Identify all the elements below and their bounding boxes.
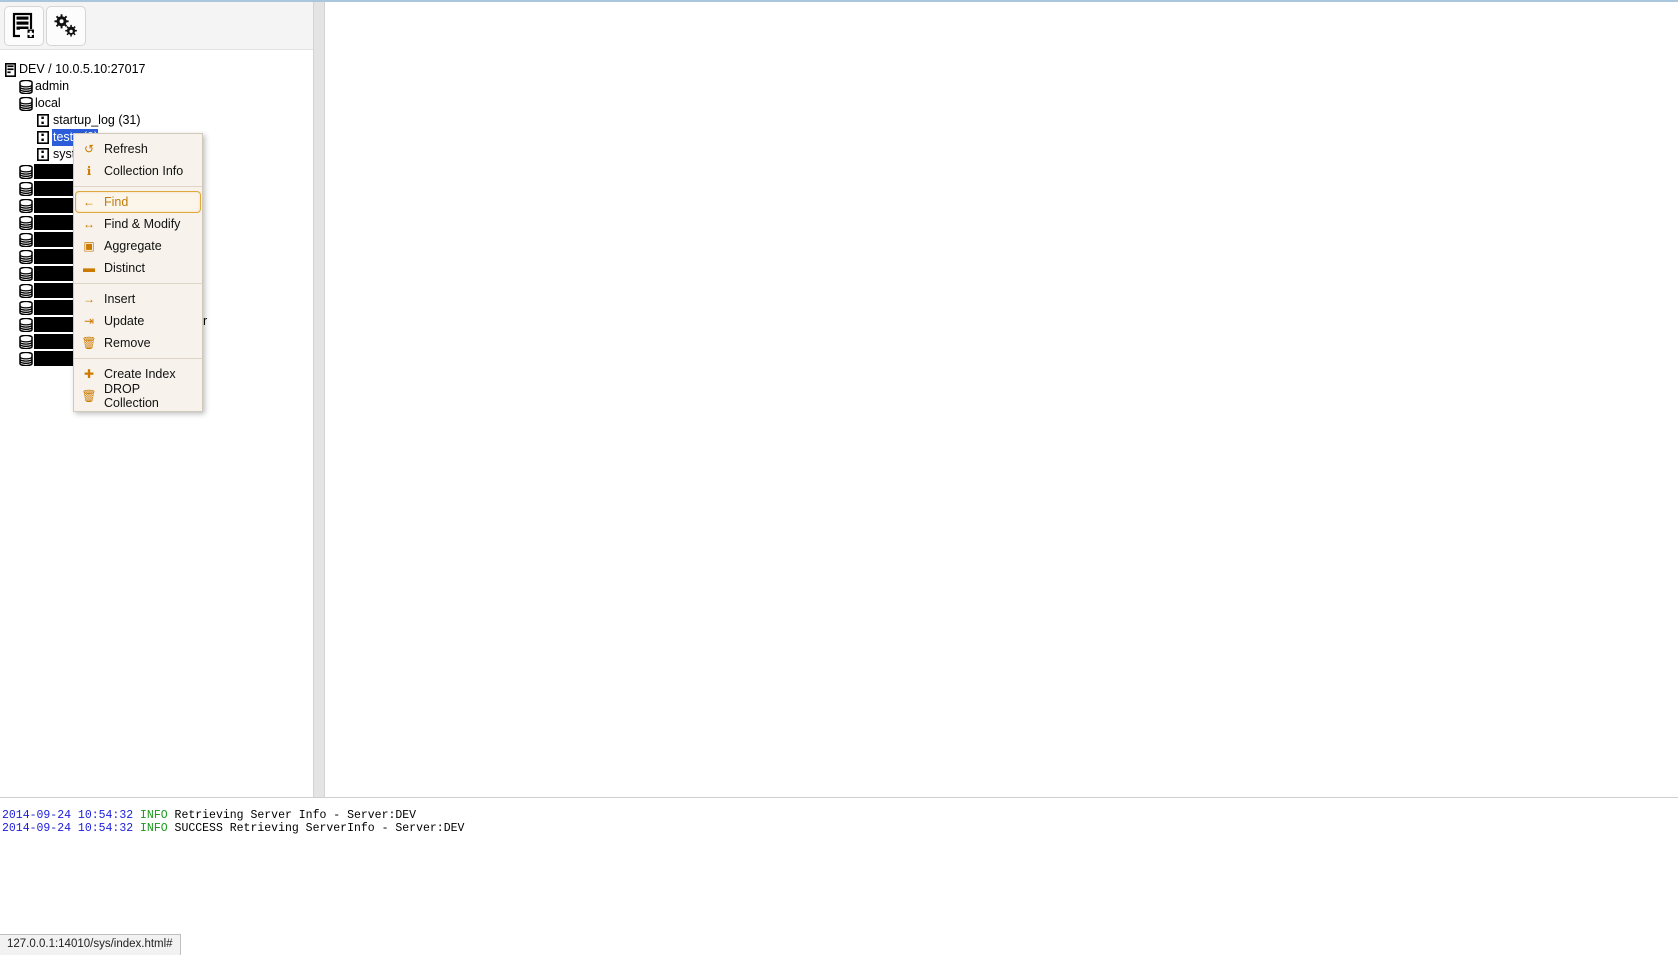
log-line: 2014-09-24 10:54:32 INFO SUCCESS Retriev… bbox=[2, 822, 1678, 835]
menu-item-find[interactable]: ← Find bbox=[75, 191, 201, 213]
add-server-button[interactable] bbox=[4, 5, 44, 46]
server-label: DEV / 10.0.5.10:27017 bbox=[19, 62, 146, 76]
log-level: INFO bbox=[140, 809, 168, 822]
database-icon bbox=[18, 300, 33, 315]
status-bar: 127.0.0.1:14010/sys/index.html# bbox=[0, 934, 181, 955]
menu-item-remove[interactable]: 🗑 Remove bbox=[75, 332, 201, 354]
aggregate-icon: ▣ bbox=[83, 239, 95, 253]
menu-item-aggregate[interactable]: ▣ Aggregate bbox=[75, 235, 201, 257]
database-icon bbox=[18, 232, 33, 247]
tree-node-collection[interactable]: startup_log (31) bbox=[0, 112, 313, 129]
distinct-icon: ▬ bbox=[83, 261, 95, 275]
log-pane[interactable]: 2014-09-24 10:54:32 INFO Retrieving Serv… bbox=[0, 803, 1678, 933]
database-icon bbox=[18, 164, 33, 179]
database-icon bbox=[18, 181, 33, 196]
server-icon bbox=[4, 62, 16, 77]
plus-icon: ✚ bbox=[83, 367, 95, 381]
menu-item-refresh[interactable]: ↺ Refresh bbox=[75, 138, 201, 160]
collection-context-menu[interactable]: ↺ Refresh ℹ Collection Info ← Find ↔ Find & Mod… bbox=[73, 133, 203, 412]
menu-item-label: Update bbox=[104, 314, 145, 328]
stray-text-fragment: r bbox=[203, 314, 208, 328]
toolbar bbox=[0, 2, 313, 50]
menu-separator bbox=[74, 358, 202, 359]
menu-item-label: Refresh bbox=[104, 142, 148, 156]
log-line: 2014-09-24 10:54:32 INFO Retrieving Serv… bbox=[2, 809, 1678, 822]
menu-item-label: Distinct bbox=[104, 261, 145, 275]
database-icon bbox=[18, 351, 33, 366]
menu-item-label: Find bbox=[104, 195, 129, 209]
status-bar-url: 127.0.0.1:14010/sys/index.html# bbox=[7, 938, 173, 950]
settings-button[interactable] bbox=[46, 5, 86, 46]
database-label: admin bbox=[35, 79, 70, 93]
log-level: INFO bbox=[140, 822, 168, 835]
log-timestamp: 2014-09-24 10:54:32 bbox=[2, 809, 134, 822]
database-icon bbox=[18, 249, 33, 264]
main-content-panel bbox=[326, 2, 1678, 797]
menu-item-label: Aggregate bbox=[104, 239, 162, 253]
log-timestamp: 2014-09-24 10:54:32 bbox=[2, 822, 134, 835]
menu-item-collection-info[interactable]: ℹ Collection Info bbox=[75, 160, 201, 182]
log-lines: 2014-09-24 10:54:32 INFO Retrieving Serv… bbox=[2, 809, 1678, 835]
collection-icon bbox=[36, 131, 49, 145]
arrow-to-bar-icon: ⇥ bbox=[83, 314, 95, 328]
trash-icon: 🗑 bbox=[81, 336, 97, 350]
arrow-right-icon: → bbox=[83, 292, 95, 306]
trash-icon: 🗑 bbox=[81, 389, 97, 403]
database-icon bbox=[18, 215, 33, 230]
arrow-left-icon: ← bbox=[83, 195, 95, 209]
database-icon bbox=[18, 317, 33, 332]
database-icon bbox=[18, 283, 33, 298]
database-icon bbox=[18, 334, 33, 349]
tree-node-server[interactable]: DEV / 10.0.5.10:27017 bbox=[0, 61, 313, 78]
vertical-splitter[interactable] bbox=[313, 2, 325, 797]
tree-node-database[interactable]: admin bbox=[0, 78, 313, 95]
menu-item-label: DROP Collection bbox=[104, 382, 159, 410]
gears-icon bbox=[54, 13, 77, 36]
database-icon bbox=[18, 266, 33, 281]
menu-item-find-modify[interactable]: ↔ Find & Modify bbox=[75, 213, 201, 235]
menu-item-insert[interactable]: → Insert bbox=[75, 288, 201, 310]
menu-item-distinct[interactable]: ▬ Distinct bbox=[75, 257, 201, 279]
menu-separator bbox=[74, 186, 202, 187]
collection-icon bbox=[36, 114, 49, 128]
refresh-icon: ↺ bbox=[83, 142, 95, 156]
collection-label: startup_log (31) bbox=[53, 113, 141, 127]
application-window: DEV / 10.0.5.10:27017 admin local startup_… bbox=[0, 0, 1678, 955]
log-message: Retrieving Server Info - Server:DEV bbox=[174, 809, 417, 822]
log-message: SUCCESS Retrieving ServerInfo - Server:D… bbox=[174, 822, 465, 835]
menu-item-label: Find & Modify bbox=[104, 217, 181, 231]
menu-item-label: Collection Info bbox=[104, 164, 184, 178]
menu-item-drop-collection[interactable]: 🗑 DROP Collection bbox=[75, 382, 201, 410]
database-icon bbox=[18, 198, 33, 213]
menu-item-label: Remove bbox=[104, 336, 151, 350]
menu-item-label: Create Index bbox=[104, 367, 176, 381]
tree-node-database[interactable]: local bbox=[0, 95, 313, 112]
menu-separator bbox=[74, 283, 202, 284]
menu-item-label: Insert bbox=[104, 292, 136, 306]
info-icon: ℹ bbox=[86, 164, 92, 178]
menu-item-update[interactable]: ⇥ Update bbox=[75, 310, 201, 332]
server-add-icon bbox=[12, 12, 35, 39]
database-label: local bbox=[35, 96, 61, 110]
arrows-horizontal-icon: ↔ bbox=[83, 217, 95, 231]
database-icon bbox=[18, 96, 33, 111]
collection-icon bbox=[36, 148, 49, 162]
database-icon bbox=[18, 79, 33, 94]
